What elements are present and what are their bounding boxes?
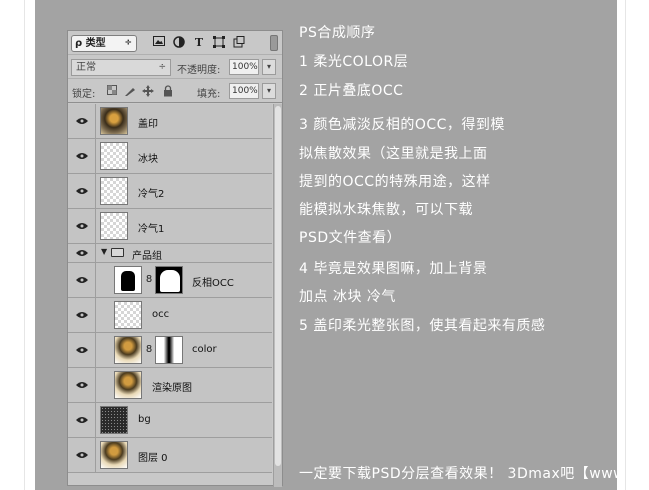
layer-row[interactable]: occ xyxy=(68,298,272,333)
note-line: PSD文件查看） xyxy=(299,230,402,246)
visibility-eye-icon[interactable] xyxy=(68,263,96,297)
layer-thumbnail xyxy=(114,336,142,364)
folder-icon xyxy=(111,248,124,257)
scrollbar-thumb[interactable] xyxy=(275,106,281,466)
visibility-eye-icon[interactable] xyxy=(68,104,96,138)
layer-row[interactable]: 渲染原图 xyxy=(68,368,272,403)
fill-dropdown-arrow[interactable]: ▾ xyxy=(262,83,276,99)
note-line: 拟焦散效果（这里就是我上面 xyxy=(299,146,488,162)
layer-thumbnail xyxy=(100,406,128,434)
opacity-label: 不透明度: xyxy=(177,65,221,76)
note-line: 能模拟水珠焦散，可以下载 xyxy=(299,202,473,218)
fill-label: 填充: xyxy=(197,89,221,100)
lock-label: 锁定: xyxy=(72,89,96,100)
layer-thumbnail xyxy=(100,212,128,240)
lock-row: 锁定: 填充: 100% ▾ xyxy=(68,79,282,103)
page-frame: ρ 类型 ÷ T 正常 ÷ 不透明度: 100% ▾ 锁定: 填充: 100% … xyxy=(0,0,649,490)
blend-row: 正常 ÷ 不透明度: 100% ▾ xyxy=(68,55,282,79)
note-line: 加点 冰块 冷气 xyxy=(299,289,396,305)
layer-row[interactable]: 冷气2 xyxy=(68,174,272,209)
layer-row[interactable]: 盖印 xyxy=(68,104,272,139)
watermark-text: 一定要下载PSD分层查看效果！ 3Dmax吧【www.linecg.com/ti… xyxy=(299,466,617,482)
layer-group-row[interactable]: ▼ 产品组 xyxy=(68,244,272,263)
layer-name: 冷气2 xyxy=(138,189,165,200)
layer-name: 冷气1 xyxy=(138,224,165,235)
layer-thumbnail xyxy=(100,142,128,170)
blend-mode-label: 正常 xyxy=(76,62,96,73)
layer-name: 反相OCC xyxy=(192,278,234,289)
visibility-eye-icon[interactable] xyxy=(68,333,96,367)
layer-thumbnail xyxy=(114,301,142,329)
chevron-down-icon: ÷ xyxy=(158,62,166,72)
lock-pixels-icon[interactable] xyxy=(124,85,136,97)
lock-all-icon[interactable] xyxy=(162,85,174,97)
layer-thumbnail xyxy=(114,266,142,294)
note-line: 4 毕竟是效果图嘛，加上背景 xyxy=(299,261,488,277)
smart-object-filter-icon[interactable] xyxy=(232,36,246,50)
layer-name: 产品组 xyxy=(132,251,162,262)
note-line: 2 正片叠底OCC xyxy=(299,83,404,99)
note-line: 1 柔光COLOR层 xyxy=(299,54,409,70)
lock-position-icon[interactable] xyxy=(142,85,154,97)
filter-toggle[interactable] xyxy=(270,35,278,51)
layers-scrollbar[interactable] xyxy=(273,104,282,487)
visibility-eye-icon[interactable] xyxy=(68,174,96,208)
layer-thumbnail xyxy=(100,177,128,205)
chevron-down-icon: ÷ xyxy=(124,38,132,48)
note-line: 5 盖印柔光整张图，使其看起来有质感 xyxy=(299,318,546,334)
note-line: 提到的OCC的特殊用途，这样 xyxy=(299,174,491,190)
layer-thumbnail xyxy=(100,107,128,135)
layer-name: 渲染原图 xyxy=(152,383,192,394)
lock-transparency-icon[interactable] xyxy=(106,85,118,97)
visibility-eye-icon[interactable] xyxy=(68,298,96,332)
filter-row: ρ 类型 ÷ T xyxy=(68,31,282,55)
visibility-eye-icon[interactable] xyxy=(68,368,96,402)
expand-triangle-icon[interactable]: ▼ xyxy=(101,247,107,256)
screenshot-canvas: ρ 类型 ÷ T 正常 ÷ 不透明度: 100% ▾ 锁定: 填充: 100% … xyxy=(35,0,617,490)
visibility-eye-icon[interactable] xyxy=(68,139,96,173)
visibility-eye-icon[interactable] xyxy=(68,438,96,472)
notes-title: PS合成顺序 xyxy=(299,25,376,41)
link-chain-icon[interactable]: 8 xyxy=(145,343,153,357)
layer-name: bg xyxy=(138,414,151,425)
shape-filter-icon[interactable] xyxy=(212,36,226,50)
note-line: 3 颜色减淡反相的OCC，得到模 xyxy=(299,117,505,133)
adjustment-filter-icon[interactable] xyxy=(172,36,186,50)
layer-thumbnail xyxy=(100,441,128,469)
layer-row[interactable]: 图层 0 xyxy=(68,438,272,473)
filter-kind-label: ρ 类型 xyxy=(75,38,106,49)
layer-thumbnail xyxy=(114,371,142,399)
opacity-input[interactable]: 100% xyxy=(229,59,259,75)
visibility-eye-icon[interactable] xyxy=(68,244,96,262)
blend-mode-select[interactable]: 正常 ÷ xyxy=(71,59,171,76)
filter-kind-select[interactable]: ρ 类型 ÷ xyxy=(71,35,137,52)
fill-input[interactable]: 100% xyxy=(229,83,259,99)
type-filter-icon[interactable]: T xyxy=(192,36,206,50)
layers-list: 盖印 冰块 冷气2 冷气1 ▼ 产品组 8 反相OCC occ 8 color … xyxy=(68,104,282,487)
layer-row[interactable]: 冷气1 xyxy=(68,209,272,244)
layer-name: 盖印 xyxy=(138,119,158,130)
visibility-eye-icon[interactable] xyxy=(68,209,96,243)
layer-name: color xyxy=(192,344,217,355)
layer-row[interactable]: bg xyxy=(68,403,272,438)
layer-name: 图层 0 xyxy=(138,453,168,464)
layer-row[interactable]: 冰块 xyxy=(68,139,272,174)
layer-name: occ xyxy=(152,309,170,320)
mask-thumbnail[interactable] xyxy=(155,336,183,364)
mask-thumbnail[interactable] xyxy=(155,266,183,294)
layer-row[interactable]: 8 反相OCC xyxy=(68,263,272,298)
layer-row[interactable]: 8 color xyxy=(68,333,272,368)
image-filter-icon[interactable] xyxy=(152,36,166,50)
link-chain-icon[interactable]: 8 xyxy=(145,273,153,287)
visibility-eye-icon[interactable] xyxy=(68,403,96,437)
layers-panel: ρ 类型 ÷ T 正常 ÷ 不透明度: 100% ▾ 锁定: 填充: 100% … xyxy=(67,30,283,487)
layer-name: 冰块 xyxy=(138,154,158,165)
opacity-dropdown-arrow[interactable]: ▾ xyxy=(262,59,276,75)
